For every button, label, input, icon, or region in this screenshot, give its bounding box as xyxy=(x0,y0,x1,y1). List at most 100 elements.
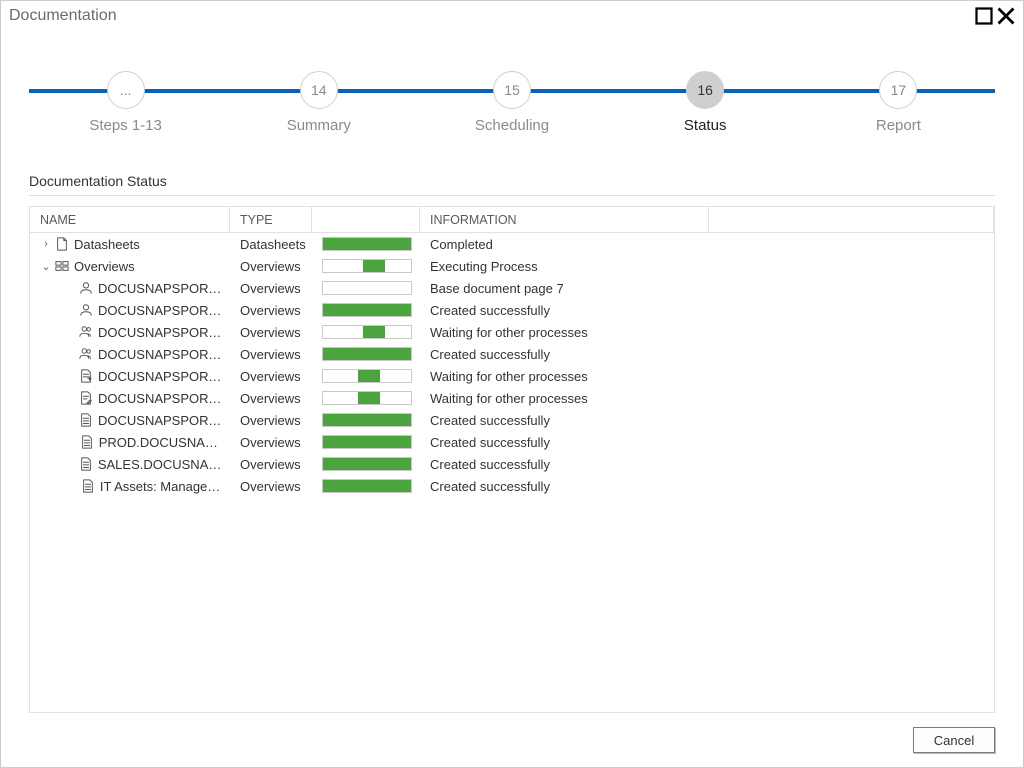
sheet-icon xyxy=(78,456,94,472)
row-name: DOCUSNAPSPORTS... xyxy=(98,413,222,428)
close-icon[interactable] xyxy=(997,7,1015,25)
row-name: DOCUSNAPSPORTS... xyxy=(98,303,222,318)
titlebar: Documentation xyxy=(1,1,1023,31)
row-type: Overviews xyxy=(230,255,312,277)
table-body: › Datasheets Datasheets Completed ⌄ Overviews… xyxy=(30,233,994,497)
row-info: Waiting for other processes xyxy=(420,321,994,343)
table-row[interactable]: DOCUSNAPSPORTS... Overviews Created succes… xyxy=(30,409,994,431)
progress-bar xyxy=(322,347,412,361)
sheetplus-icon xyxy=(78,368,94,384)
header-progress[interactable] xyxy=(312,207,420,232)
row-name: DOCUSNAPSPORTS... xyxy=(98,347,222,362)
row-name: DOCUSNAPSPORTS... xyxy=(98,369,222,384)
progress-bar xyxy=(322,391,412,405)
overview-icon xyxy=(54,258,70,274)
table-header: NAME TYPE INFORMATION xyxy=(30,207,994,233)
header-name[interactable]: NAME xyxy=(30,207,230,232)
chevron-down-icon[interactable]: ⌄ xyxy=(40,260,52,273)
row-type: Overviews xyxy=(230,475,312,497)
stepper-node[interactable]: 17 xyxy=(879,71,917,109)
row-name: IT Assets: Managem... xyxy=(100,479,222,494)
row-info: Created successfully xyxy=(420,453,994,475)
row-type: Overviews xyxy=(230,431,312,453)
row-info: Created successfully xyxy=(420,409,994,431)
progress-bar xyxy=(322,413,412,427)
table-row[interactable]: ⌄ Overviews Overviews Executing Process xyxy=(30,255,994,277)
divider xyxy=(29,195,995,196)
table-row[interactable]: DOCUSNAPSPORTS... Overviews Waiting for ot… xyxy=(30,321,994,343)
row-info: Base document page 7 xyxy=(420,277,994,299)
row-type: Overviews xyxy=(230,453,312,475)
dialog-window: Documentation ... Steps 1-13 14 Summary 15 Sc… xyxy=(0,0,1024,768)
table-row[interactable]: DOCUSNAPSPORTS... Overviews Created succes… xyxy=(30,343,994,365)
progress-bar xyxy=(322,369,412,383)
row-type: Overviews xyxy=(230,299,312,321)
row-name: Overviews xyxy=(74,259,135,274)
row-name: Datasheets xyxy=(74,237,140,252)
stepper-label: Status xyxy=(625,117,785,134)
cancel-button[interactable]: Cancel xyxy=(913,727,995,753)
row-type: Overviews xyxy=(230,343,312,365)
stepper-label: Summary xyxy=(239,117,399,134)
progress-bar xyxy=(322,457,412,471)
progress-bar xyxy=(322,303,412,317)
stepper-label: Report xyxy=(818,117,978,134)
sheet-icon xyxy=(78,412,94,428)
chevron-right-icon[interactable]: › xyxy=(40,238,52,250)
progress-bar xyxy=(322,435,412,449)
table-row[interactable]: DOCUSNAPSPORTS...OverviewsBase document … xyxy=(30,277,994,299)
row-name: DOCUSNAPSPORTS... xyxy=(98,391,222,406)
stepper-node[interactable]: 14 xyxy=(300,71,338,109)
table-row[interactable]: PROD.DOCUSNAPS... Overviews Created succes… xyxy=(30,431,994,453)
table-row[interactable]: IT Assets: Managem... Overviews Created su… xyxy=(30,475,994,497)
row-info: Completed xyxy=(420,233,994,255)
row-info: Created successfully xyxy=(420,343,994,365)
progress-bar xyxy=(322,259,412,273)
row-type: Datasheets xyxy=(230,233,312,255)
table-row[interactable]: SALES.DOCUSNAPS... Overviews Created succe… xyxy=(30,453,994,475)
table-row[interactable]: DOCUSNAPSPORTS... Overviews Waiting for ot… xyxy=(30,387,994,409)
users-icon xyxy=(78,324,94,340)
row-info: Waiting for other processes xyxy=(420,387,994,409)
progress-bar xyxy=(322,325,412,339)
header-information[interactable]: INFORMATION xyxy=(420,207,709,232)
sheetpen-icon xyxy=(78,390,94,406)
row-type: Overviews xyxy=(230,321,312,343)
progress-bar xyxy=(322,479,412,493)
header-type[interactable]: TYPE xyxy=(230,207,312,232)
users-icon xyxy=(78,346,94,362)
stepper-label: Steps 1-13 xyxy=(46,117,206,134)
row-type: Overviews xyxy=(230,409,312,431)
row-name: DOCUSNAPSPORTS... xyxy=(98,281,222,296)
stepper-label: Scheduling xyxy=(432,117,592,134)
table-row[interactable]: DOCUSNAPSPORTS... Overviews Waiting for ot… xyxy=(30,365,994,387)
sheet-icon xyxy=(80,478,96,494)
stepper-node[interactable]: ... xyxy=(107,71,145,109)
header-spacer xyxy=(709,207,994,232)
row-info: Created successfully xyxy=(420,299,994,321)
sheet-icon xyxy=(79,434,95,450)
dialog-footer: Cancel xyxy=(1,713,1023,767)
stepper-node[interactable]: 16 xyxy=(686,71,724,109)
user-icon xyxy=(78,280,94,296)
row-info: Executing Process xyxy=(420,255,994,277)
row-name: SALES.DOCUSNAPS... xyxy=(98,457,222,472)
row-type: Overviews xyxy=(230,365,312,387)
row-name: PROD.DOCUSNAPS... xyxy=(99,435,222,450)
row-type: Overviews xyxy=(230,387,312,409)
row-info: Created successfully xyxy=(420,431,994,453)
section-title: Documentation Status xyxy=(29,173,995,189)
row-info: Waiting for other processes xyxy=(420,365,994,387)
progress-bar xyxy=(322,281,412,295)
row-info: Created successfully xyxy=(420,475,994,497)
progress-bar xyxy=(322,237,412,251)
stepper-node[interactable]: 15 xyxy=(493,71,531,109)
wizard-stepper: ... Steps 1-13 14 Summary 15 Scheduling 16 Stat… xyxy=(29,59,995,169)
status-table: NAME TYPE INFORMATION › Datasheets Datashe… xyxy=(29,206,995,713)
table-row[interactable]: DOCUSNAPSPORTS... Overviews Created succes… xyxy=(30,299,994,321)
row-name: DOCUSNAPSPORTS... xyxy=(98,325,222,340)
page-icon xyxy=(54,236,70,252)
user-icon xyxy=(78,302,94,318)
table-row[interactable]: › Datasheets Datasheets Completed xyxy=(30,233,994,255)
maximize-icon[interactable] xyxy=(975,7,993,25)
